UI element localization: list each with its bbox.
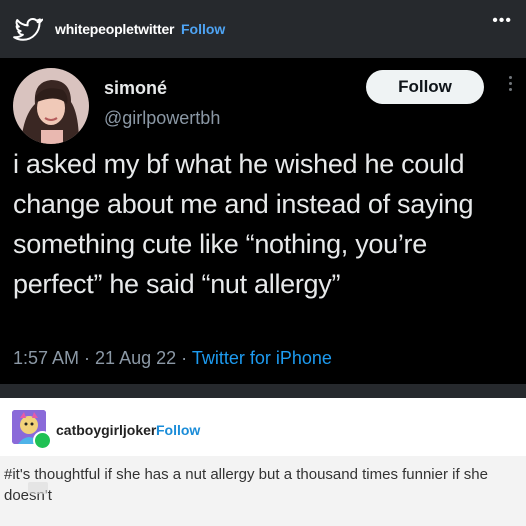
reblog-comment: #it's thoughtful if she has a nut allerg…	[4, 466, 488, 504]
post-username[interactable]: whitepeopletwitter	[55, 21, 174, 37]
tumblr-post: whitepeopletwitter Follow ••• simoné @gi…	[0, 0, 526, 398]
reblog-section: catboygirljoker Follow #it's thoughtful …	[0, 398, 526, 526]
more-dots-icon[interactable]: •••	[492, 12, 512, 30]
meta-separator: ·	[79, 348, 96, 368]
avatar-image	[13, 68, 89, 144]
meta-separator: ·	[176, 348, 192, 368]
tweet-avatar[interactable]	[13, 68, 89, 144]
tweet-more-icon[interactable]	[504, 76, 516, 96]
follow-link[interactable]: Follow	[181, 21, 225, 37]
reblog-badge-icon	[33, 431, 52, 450]
post-header: whitepeopletwitter Follow •••	[0, 0, 526, 58]
ghost-mark	[28, 482, 48, 494]
tweet-meta: 1:57 AM · 21 Aug 22 · Twitter for iPhone	[13, 348, 332, 369]
twitter-bird-icon[interactable]	[13, 14, 43, 44]
tweet-source-link[interactable]: Twitter for iPhone	[192, 348, 332, 368]
tweet-text: i asked my bf what he wished he could ch…	[13, 149, 474, 299]
tweet-follow-button[interactable]: Follow	[366, 70, 484, 104]
reblog-username[interactable]: catboygirljoker	[56, 422, 156, 438]
tweet-card: simoné @girlpowertbh Follow i asked my b…	[0, 58, 526, 384]
tweet-time: 1:57 AM	[13, 348, 80, 368]
tweet-display-name[interactable]: simoné	[104, 78, 167, 99]
tweet-handle[interactable]: @girlpowertbh	[104, 108, 220, 129]
reblog-comment-box: #it's thoughtful if she has a nut allerg…	[0, 456, 526, 526]
tweet-date: 21 Aug 22	[95, 348, 177, 368]
reblog-follow-link[interactable]: Follow	[156, 422, 200, 438]
